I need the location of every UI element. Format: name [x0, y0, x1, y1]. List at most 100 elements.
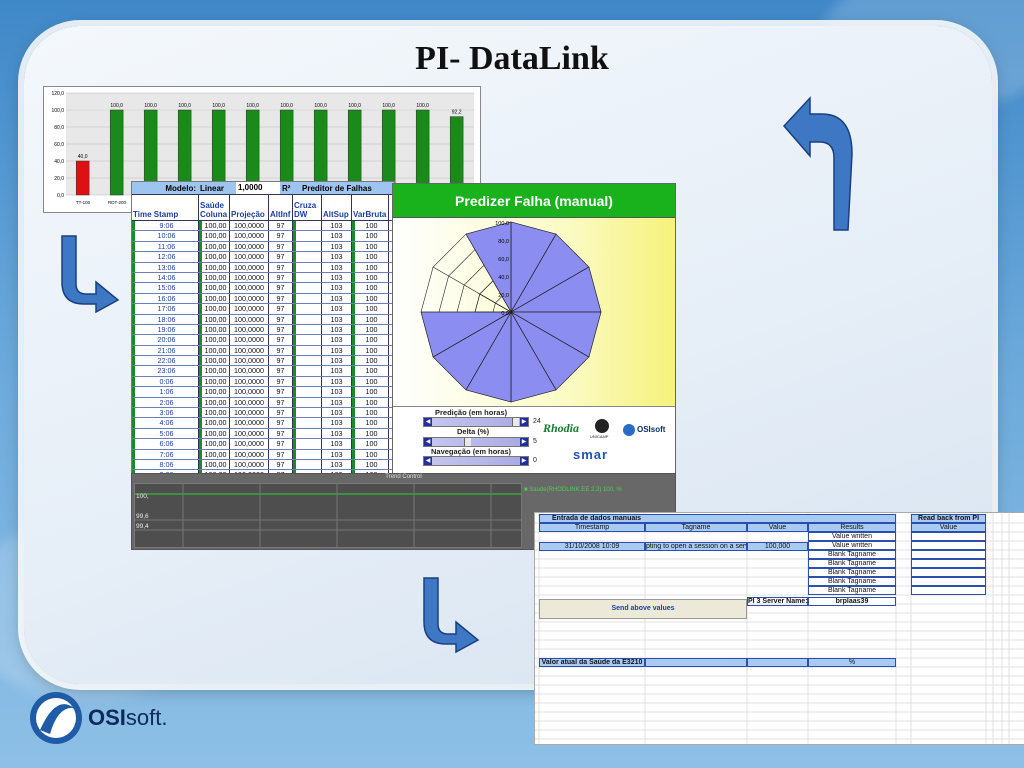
table-cell[interactable]: 100: [352, 356, 389, 366]
table-cell[interactable]: 100,00: [199, 459, 230, 470]
table-cell[interactable]: 100,00: [199, 314, 230, 324]
table-cell[interactable]: 100,0000: [230, 231, 269, 241]
table-cell[interactable]: 0:06: [132, 376, 199, 387]
table-cell[interactable]: 97: [269, 241, 293, 252]
table-cell[interactable]: 100,00: [199, 304, 230, 314]
table-cell[interactable]: 100,0000: [230, 449, 269, 459]
table-cell[interactable]: 100,00: [199, 252, 230, 262]
table-cell[interactable]: 100,00: [199, 272, 230, 283]
table-cell[interactable]: [293, 283, 322, 293]
table-cell[interactable]: 103: [322, 449, 352, 459]
table-cell[interactable]: 13:06: [132, 262, 199, 272]
table-cell[interactable]: 100,00: [199, 366, 230, 376]
table-cell[interactable]: 14:06: [132, 272, 199, 283]
table-cell[interactable]: [293, 262, 322, 272]
table-cell[interactable]: 103: [322, 397, 352, 408]
table-cell[interactable]: 3:06: [132, 408, 199, 418]
table-cell[interactable]: 100: [352, 387, 389, 397]
table-cell[interactable]: 97: [269, 283, 293, 293]
table-cell[interactable]: 103: [322, 262, 352, 272]
table-cell[interactable]: 100,0000: [230, 262, 269, 272]
table-cell[interactable]: 103: [322, 252, 352, 262]
table-cell[interactable]: 19:06: [132, 324, 199, 335]
table-cell[interactable]: 100,00: [199, 418, 230, 428]
table-cell[interactable]: 100,00: [199, 345, 230, 356]
server-name-value[interactable]: brplaas39: [808, 597, 896, 606]
table-cell[interactable]: [293, 439, 322, 449]
table-cell[interactable]: 103: [322, 376, 352, 387]
table-cell[interactable]: [293, 449, 322, 459]
table-cell[interactable]: 100,0000: [230, 356, 269, 366]
table-cell[interactable]: [293, 221, 322, 231]
table-cell[interactable]: 100: [352, 397, 389, 408]
table-cell[interactable]: 100,0000: [230, 408, 269, 418]
table-cell[interactable]: 100: [352, 449, 389, 459]
table-cell[interactable]: 97: [269, 262, 293, 272]
table-cell[interactable]: [293, 252, 322, 262]
table-cell[interactable]: 97: [269, 387, 293, 397]
entry-tagname-cell[interactable]: pting to open a session on a serv: [645, 542, 747, 551]
table-cell[interactable]: 100: [352, 408, 389, 418]
table-cell[interactable]: 100,00: [199, 408, 230, 418]
table-cell[interactable]: 100: [352, 231, 389, 241]
trend-plot[interactable]: [134, 483, 522, 548]
table-cell[interactable]: 100,0000: [230, 335, 269, 345]
table-cell[interactable]: 1:06: [132, 387, 199, 397]
table-cell[interactable]: 100,00: [199, 221, 230, 231]
table-cell[interactable]: [293, 231, 322, 241]
table-cell[interactable]: 97: [269, 252, 293, 262]
table-cell[interactable]: 97: [269, 335, 293, 345]
table-cell[interactable]: 103: [322, 408, 352, 418]
table-cell[interactable]: [293, 397, 322, 408]
table-cell[interactable]: 100,0000: [230, 283, 269, 293]
table-cell[interactable]: 97: [269, 439, 293, 449]
table-cell[interactable]: 100,00: [199, 376, 230, 387]
table-cell[interactable]: [293, 335, 322, 345]
table-cell[interactable]: [293, 356, 322, 366]
table-cell[interactable]: 100,0000: [230, 418, 269, 428]
table-cell[interactable]: [293, 304, 322, 314]
table-cell[interactable]: 100: [352, 376, 389, 387]
table-cell[interactable]: 100,00: [199, 387, 230, 397]
predicao-slider[interactable]: ◀ ▶: [423, 417, 529, 427]
entry-value-cell[interactable]: 100,000: [747, 542, 808, 551]
table-cell[interactable]: 100,00: [199, 241, 230, 252]
table-cell[interactable]: 103: [322, 356, 352, 366]
table-cell[interactable]: 100: [352, 241, 389, 252]
table-cell[interactable]: 97: [269, 428, 293, 439]
table-cell[interactable]: 97: [269, 459, 293, 470]
slider-left-arrow-icon[interactable]: ◀: [424, 438, 432, 446]
table-cell[interactable]: 100,00: [199, 324, 230, 335]
table-cell[interactable]: [293, 272, 322, 283]
table-cell[interactable]: 15:06: [132, 283, 199, 293]
table-cell[interactable]: 6:06: [132, 439, 199, 449]
table-cell[interactable]: 8:06: [132, 459, 199, 470]
table-cell[interactable]: 103: [322, 272, 352, 283]
table-cell[interactable]: 100: [352, 252, 389, 262]
table-cell[interactable]: 97: [269, 231, 293, 241]
table-cell[interactable]: 100,0000: [230, 376, 269, 387]
table-cell[interactable]: 97: [269, 324, 293, 335]
table-cell[interactable]: 100,0000: [230, 293, 269, 304]
table-cell[interactable]: 97: [269, 314, 293, 324]
table-cell[interactable]: [293, 314, 322, 324]
table-cell[interactable]: 103: [322, 314, 352, 324]
table-cell[interactable]: 7:06: [132, 449, 199, 459]
table-cell[interactable]: 9:06: [132, 221, 199, 231]
coef-value[interactable]: 1,0000: [236, 182, 280, 194]
table-cell[interactable]: 103: [322, 241, 352, 252]
table-cell[interactable]: 100,00: [199, 356, 230, 366]
table-cell[interactable]: 97: [269, 345, 293, 356]
table-cell[interactable]: 16:06: [132, 293, 199, 304]
table-cell[interactable]: 100: [352, 221, 389, 231]
table-cell[interactable]: 10:06: [132, 231, 199, 241]
table-cell[interactable]: [293, 293, 322, 304]
delta-slider[interactable]: ◀ ▶: [423, 437, 529, 447]
slider-left-arrow-icon[interactable]: ◀: [424, 418, 432, 426]
table-cell[interactable]: 100: [352, 324, 389, 335]
table-cell[interactable]: 100,0000: [230, 459, 269, 470]
table-cell[interactable]: 11:06: [132, 241, 199, 252]
table-cell[interactable]: 97: [269, 356, 293, 366]
table-cell[interactable]: [293, 428, 322, 439]
table-cell[interactable]: 100: [352, 366, 389, 376]
